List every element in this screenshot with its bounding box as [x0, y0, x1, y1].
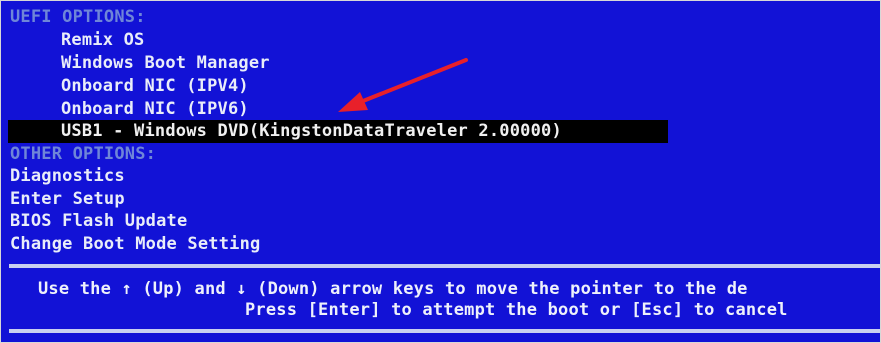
boot-option-nic-ipv4[interactable]: Onboard NIC (IPV4): [61, 75, 249, 97]
boot-option-windows-boot-manager[interactable]: Windows Boot Manager: [61, 52, 270, 74]
boot-option-usb1-selected[interactable]: USB1 - Windows DVD(KingstonDataTraveler …: [61, 120, 562, 142]
footer-top-divider: [9, 264, 881, 268]
boot-option-nic-ipv6[interactable]: Onboard NIC (IPV6): [61, 98, 249, 120]
other-options-header: OTHER OPTIONS:: [10, 144, 157, 164]
footer-bottom-divider: [9, 329, 881, 333]
other-option-diagnostics[interactable]: Diagnostics: [10, 165, 125, 187]
other-option-bios-flash-update[interactable]: BIOS Flash Update: [10, 210, 187, 232]
boot-menu-screen: UEFI OPTIONS: Remix OS Windows Boot Mana…: [0, 0, 881, 343]
other-option-change-boot-mode[interactable]: Change Boot Mode Setting: [10, 233, 260, 255]
footer-instructions-line1: Use the ↑ (Up) and ↓ (Down) arrow keys t…: [38, 279, 748, 299]
uefi-options-header: UEFI OPTIONS:: [10, 7, 146, 27]
footer-instructions-line2: Press [Enter] to attempt the boot or [Es…: [245, 300, 788, 320]
boot-option-remix-os[interactable]: Remix OS: [61, 29, 144, 51]
other-option-enter-setup[interactable]: Enter Setup: [10, 188, 125, 210]
